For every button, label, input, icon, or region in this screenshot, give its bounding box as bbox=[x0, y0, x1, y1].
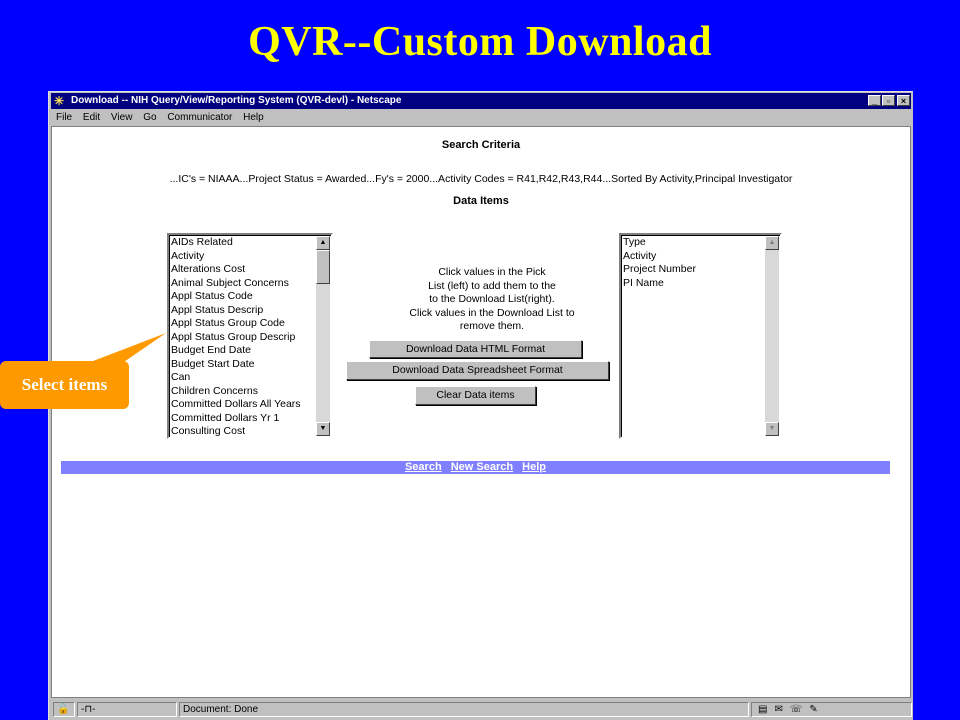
select-items-callout: Select items bbox=[0, 361, 129, 409]
callout-pointer bbox=[80, 333, 166, 366]
